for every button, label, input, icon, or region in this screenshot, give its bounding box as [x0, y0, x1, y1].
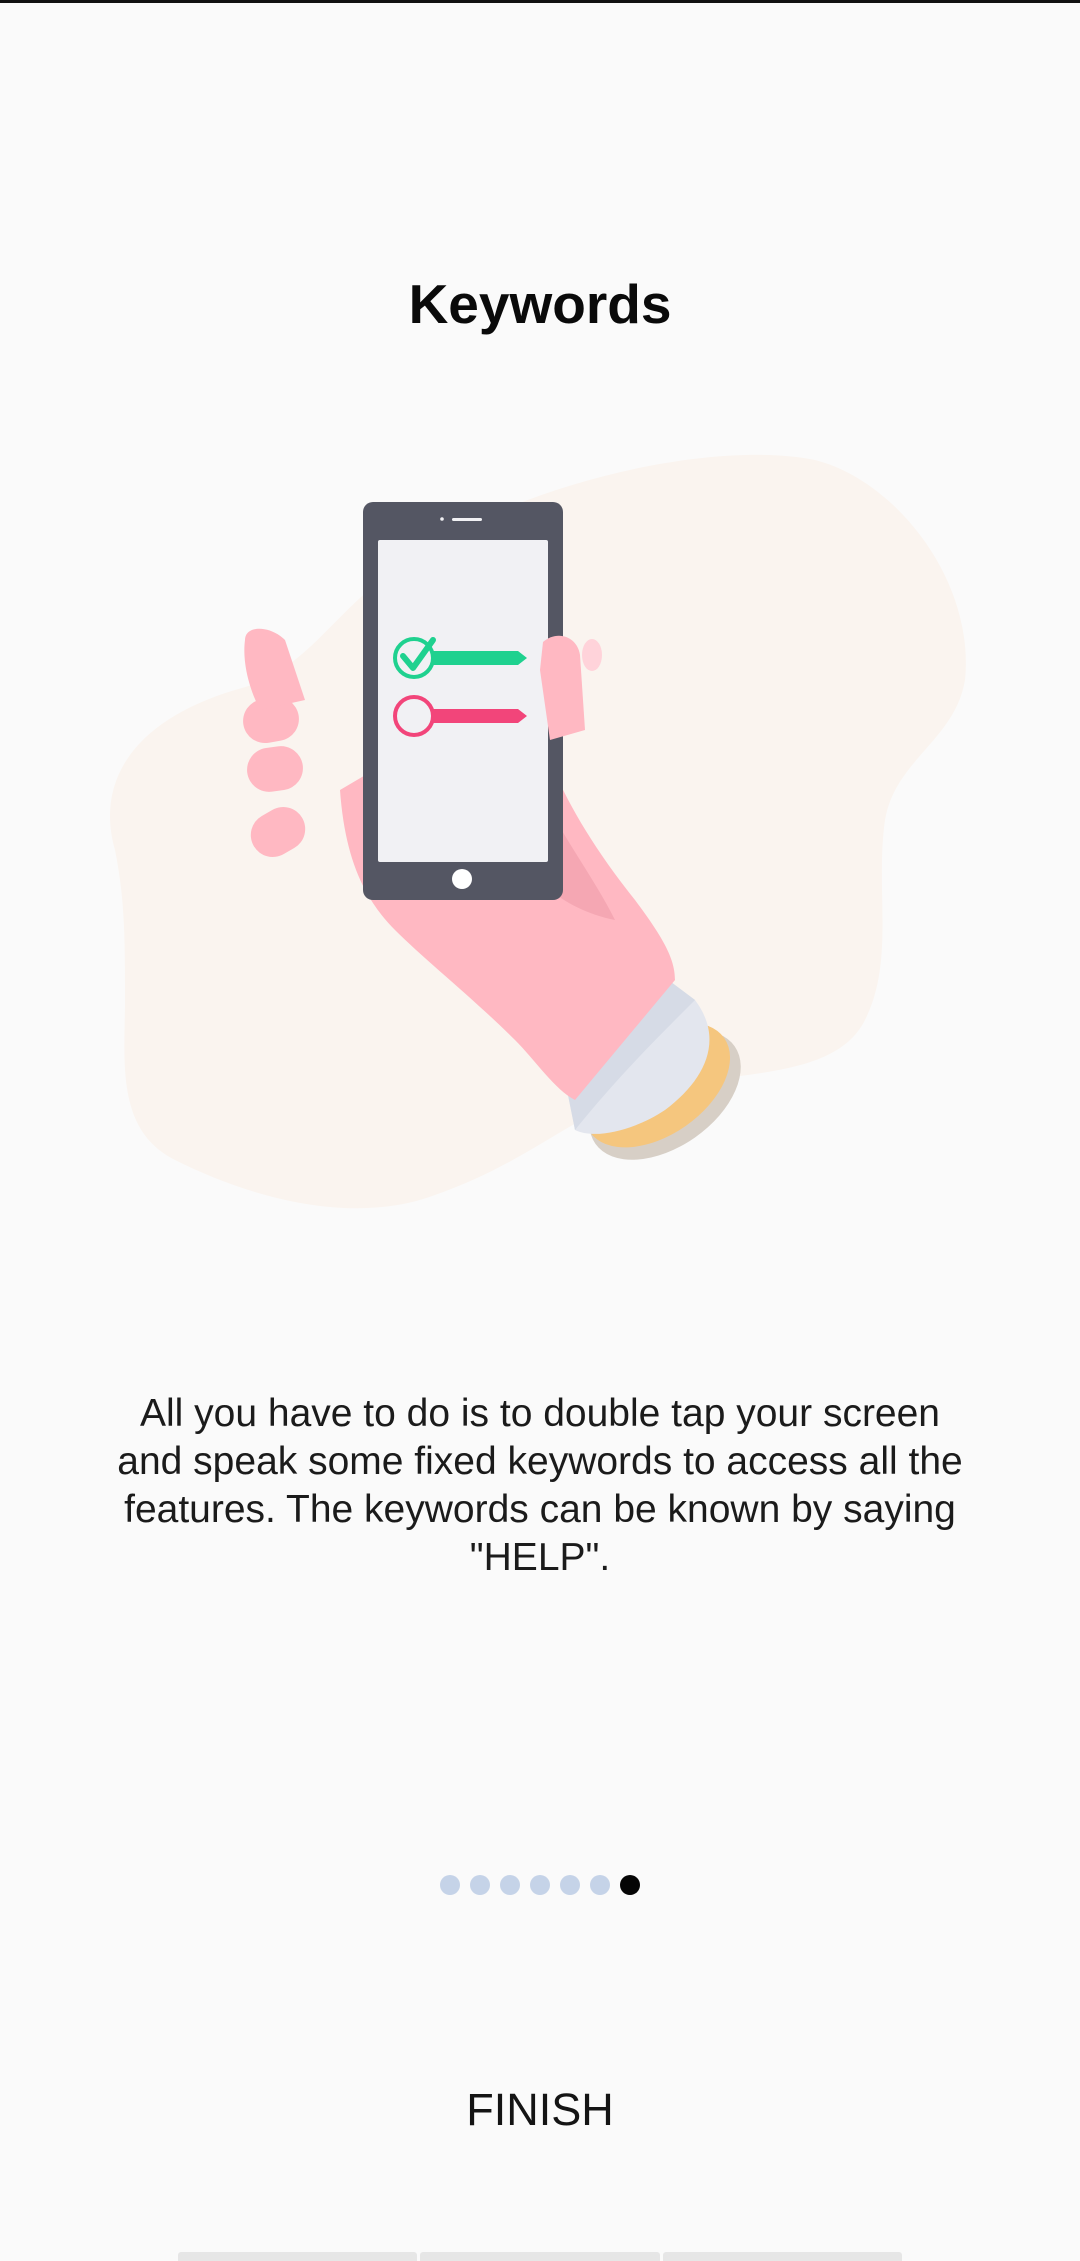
- page-indicator-dot: [530, 1875, 550, 1895]
- page-indicator-dot-active: [620, 1875, 640, 1895]
- finish-button[interactable]: FINISH: [390, 2070, 690, 2150]
- page-title: Keywords: [408, 273, 672, 335]
- nav-segment: [420, 2252, 660, 2261]
- description-text: All you have to do is to double tap your…: [117, 1392, 963, 1579]
- nav-segment: [178, 2252, 418, 2261]
- page-indicator-dot: [470, 1875, 490, 1895]
- page-indicator-dot: [590, 1875, 610, 1895]
- page-indicator-dot: [500, 1875, 520, 1895]
- page-indicator-dot: [560, 1875, 580, 1895]
- bottom-navigation-hint: [178, 2252, 902, 2261]
- status-divider: [0, 0, 1080, 3]
- nav-segment: [662, 2252, 902, 2261]
- hand-holding-phone-checklist-icon: [110, 454, 966, 1209]
- onboarding-screen: Keywords All you have to do is to double…: [0, 0, 1080, 2261]
- page-indicator-dot: [440, 1875, 460, 1895]
- page-indicator: [0, 1875, 1080, 1895]
